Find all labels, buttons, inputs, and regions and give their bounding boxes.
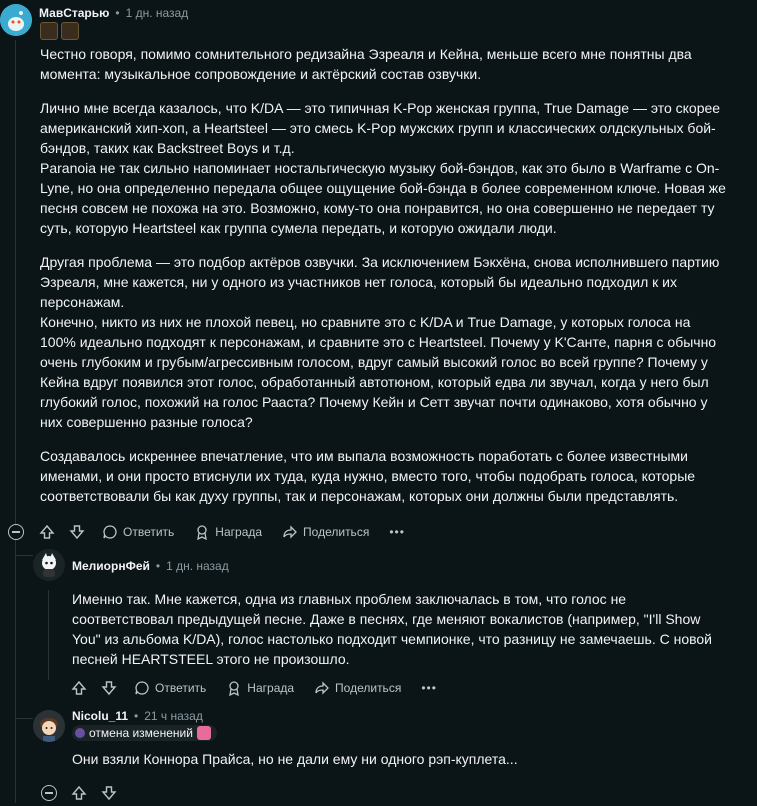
user-badges: [40, 22, 79, 40]
reply-connector: [15, 555, 33, 556]
author-name[interactable]: МелиорнФей: [72, 559, 150, 573]
reply-button[interactable]: Ответить: [126, 676, 214, 700]
separator: •: [134, 709, 139, 723]
separator: •: [155, 559, 161, 573]
comment-paragraph: Честно говоря, помимо сомнительного реди…: [40, 46, 692, 82]
collapse-thread-icon[interactable]: [41, 785, 57, 801]
share-icon: [283, 525, 297, 539]
share-label: Поделиться: [335, 681, 402, 695]
flair-text: отмена изменений: [89, 726, 193, 740]
avatar[interactable]: [33, 710, 65, 742]
avatar[interactable]: [0, 4, 32, 36]
avatar[interactable]: [33, 549, 65, 581]
award-label: Награда: [215, 525, 263, 539]
timestamp[interactable]: 1 дн. назад: [126, 6, 189, 20]
thread-line-main: [15, 40, 16, 525]
comment-header: МелиорнФей • 1 дн. назад: [72, 559, 229, 573]
share-label: Поделиться: [303, 525, 370, 539]
comment-body: Именно так. Мне кажется, одна из главных…: [72, 589, 752, 683]
share-icon: [315, 681, 329, 695]
badge-icon: [61, 22, 79, 40]
author-name[interactable]: Nicolu_11: [72, 709, 128, 723]
reply-label: Ответить: [123, 525, 175, 539]
comment-header: Nicolu_11 • 21 ч назад: [72, 709, 203, 723]
downvote-icon[interactable]: [96, 780, 122, 806]
collapse-thread-icon[interactable]: [8, 524, 24, 540]
comment-paragraph: Другая проблема — это подбор актёров озв…: [40, 254, 720, 430]
comment-body: Они взяли Коннора Прайса, но не дали ему…: [72, 749, 752, 783]
comment-actions: Ответить Награда Поделиться •••: [66, 675, 445, 701]
thread-line-reply2: [48, 590, 49, 680]
more-options-button[interactable]: •••: [381, 521, 413, 543]
award-button[interactable]: Награда: [186, 520, 270, 544]
comment-paragraph: Лично мне всегда казалось, что K/DA — эт…: [40, 100, 726, 236]
comment-paragraph: Именно так. Мне кажется, одна из главных…: [72, 591, 713, 667]
upvote-icon[interactable]: [66, 780, 92, 806]
reply-button[interactable]: Ответить: [94, 520, 182, 544]
badge-icon: [40, 22, 58, 40]
flair-emblem-icon: [75, 728, 85, 738]
comment-actions: [66, 780, 122, 806]
comment-bubble-icon: [135, 681, 149, 695]
user-flair: отмена изменений: [72, 725, 217, 741]
share-button[interactable]: Поделиться: [306, 676, 409, 700]
flair-emoji-icon: [196, 726, 211, 740]
comment-header: МавСтарью • 1 дн. назад: [39, 6, 188, 20]
comment-bubble-icon: [103, 525, 117, 539]
award-label: Награда: [247, 681, 295, 695]
reply-connector: [15, 718, 33, 719]
downvote-icon[interactable]: [96, 675, 122, 701]
reply-label: Ответить: [155, 681, 207, 695]
award-icon: [197, 525, 208, 540]
upvote-icon[interactable]: [66, 675, 92, 701]
upvote-icon[interactable]: [34, 519, 60, 545]
more-options-button[interactable]: •••: [413, 677, 445, 699]
separator: •: [115, 6, 120, 20]
award-icon: [229, 681, 240, 696]
comment-body: Честно говоря, помимо сомнительного реди…: [40, 44, 755, 520]
timestamp[interactable]: 21 ч назад: [144, 709, 203, 723]
comment-paragraph: Они взяли Коннора Прайса, но не дали ему…: [72, 751, 518, 767]
timestamp[interactable]: 1 дн. назад: [166, 559, 229, 573]
comment-actions: Ответить Награда Поделиться •••: [34, 519, 413, 545]
downvote-icon[interactable]: [64, 519, 90, 545]
author-name[interactable]: МавСтарью: [39, 6, 109, 20]
share-button[interactable]: Поделиться: [274, 520, 377, 544]
award-button[interactable]: Награда: [218, 676, 302, 700]
thread-line-replies: [15, 540, 16, 803]
comment-paragraph: Создавалось искреннее впечатление, что и…: [40, 448, 696, 504]
